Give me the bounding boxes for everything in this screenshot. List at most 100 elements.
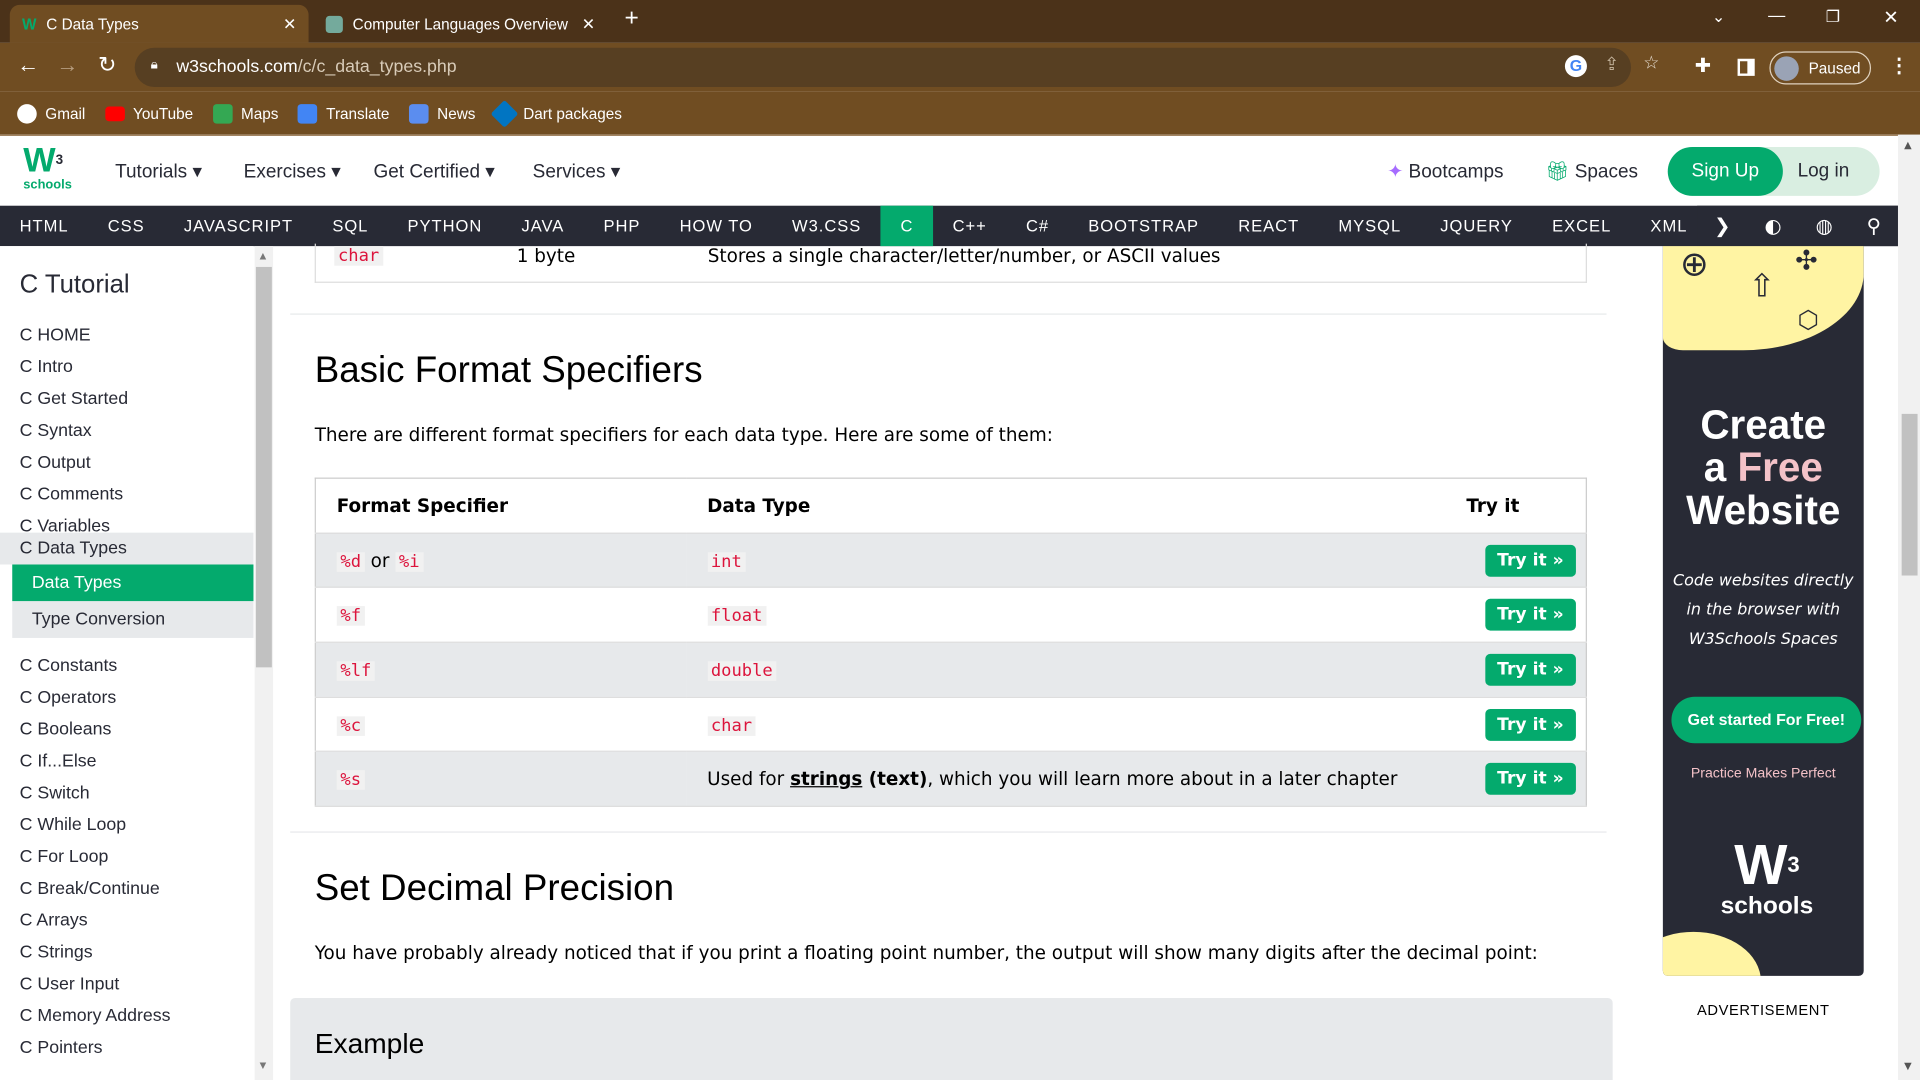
sidebar-title: C Tutorial	[19, 270, 130, 299]
sidebar-item-c-user-input[interactable]: C User Input	[20, 975, 120, 995]
bookmark-dart[interactable]: Dart packages	[490, 99, 622, 128]
close-tab-icon[interactable]: ✕	[582, 14, 595, 34]
close-window-icon[interactable]: ✕	[1883, 6, 1898, 28]
sidebar-item-c-if-else[interactable]: C If...Else	[20, 752, 97, 772]
url-input[interactable]: 🔒︎ w3schools.com/c/c_data_types.php G ⇪ …	[134, 47, 1659, 87]
try-it-button[interactable]: Try it »	[1484, 708, 1576, 741]
menu-exercises[interactable]: Exercises ▾	[244, 160, 341, 183]
restore-icon[interactable]: ❐	[1826, 7, 1840, 27]
advertisement[interactable]: ⊕ ⇧ ✣ ⬡ Create a Free Website Code websi…	[1662, 246, 1864, 976]
nav-c-[interactable]: C++	[933, 206, 1006, 246]
bookmark-news[interactable]: News	[409, 103, 475, 124]
nav-css[interactable]: CSS	[88, 206, 164, 246]
sidebar-item-c-operators[interactable]: C Operators	[20, 688, 117, 708]
sidebar-item-c-while-loop[interactable]: C While Loop	[20, 816, 127, 836]
nav-next-icon[interactable]: ❯	[1714, 214, 1730, 237]
search-icon[interactable]: ⚲	[1867, 214, 1881, 237]
sidebar-scroll-thumb[interactable]	[255, 266, 272, 668]
reload-icon[interactable]: ↻	[98, 53, 116, 79]
nav-excel[interactable]: EXCEL	[1533, 206, 1631, 246]
bookmark-maps[interactable]: Maps	[212, 103, 278, 124]
bookmark-translate[interactable]: Translate	[297, 103, 389, 124]
sidebar-item-c-syntax[interactable]: C Syntax	[20, 421, 92, 441]
tab-search-icon[interactable]: ⌄	[1712, 7, 1725, 27]
nav-sql[interactable]: SQL	[313, 206, 388, 246]
nav-python[interactable]: PYTHON	[388, 206, 502, 246]
sidebar-item-c-strings[interactable]: C Strings	[20, 943, 93, 963]
try-it-button[interactable]: Try it »	[1484, 599, 1576, 631]
nav-how-to[interactable]: HOW TO	[660, 206, 772, 246]
spaces-link[interactable]: 🎁︎ Spaces	[1545, 160, 1638, 183]
bookmark-gmail[interactable]: Gmail	[17, 103, 85, 124]
sidebar-item-c-pointers[interactable]: C Pointers	[20, 1038, 103, 1058]
menu-services[interactable]: Services ▾	[533, 160, 621, 183]
try-it-button[interactable]: Try it »	[1484, 653, 1576, 686]
nav-w3-css[interactable]: W3.CSS	[772, 206, 880, 246]
sidebar-item-c-data-types[interactable]: C Data Types	[0, 532, 254, 565]
tab-computer-languages[interactable]: Computer Languages Overview ✕	[313, 5, 607, 43]
nav-java[interactable]: JAVA	[502, 206, 584, 246]
sidebar-item-c-memory-address[interactable]: C Memory Address	[20, 1007, 171, 1027]
address-bar-row: ← → ↻ 🔒︎ w3schools.com/c/c_data_types.ph…	[0, 42, 1920, 92]
profile-button[interactable]: Paused	[1769, 51, 1872, 85]
sidebar-item-c-get-started[interactable]: C Get Started	[20, 389, 129, 409]
globe-icon: ⊕	[1680, 246, 1709, 285]
divider	[290, 831, 1607, 833]
nav-react[interactable]: REACT	[1219, 206, 1319, 246]
sidebar-item-data-types[interactable]: Data Types	[12, 564, 254, 602]
globe-icon[interactable]: ◍	[1816, 214, 1833, 237]
page-scroll-thumb[interactable]	[1901, 413, 1918, 576]
table-row: %c char Try it »	[315, 697, 1587, 753]
menu-icon[interactable]: ⋮	[1889, 54, 1909, 78]
extensions-icon[interactable]: ✚	[1695, 54, 1711, 78]
sidebar-item-c-home[interactable]: C HOME	[20, 326, 91, 346]
nav-php[interactable]: PHP	[584, 206, 660, 246]
tab-c-data-types[interactable]: W C Data Types ✕	[9, 4, 309, 43]
log-in-button[interactable]: Log in	[1798, 147, 1850, 196]
page-scrollbar[interactable]: ▲ ▼	[1897, 134, 1920, 1080]
menu-tutorials[interactable]: Tutorials ▾	[115, 160, 202, 183]
strings-link[interactable]: strings	[790, 768, 862, 790]
sidebar-item-c-constants[interactable]: C Constants	[20, 656, 118, 676]
try-it-button[interactable]: Try it »	[1484, 544, 1576, 577]
sidebar-item-c-break-continue[interactable]: C Break/Continue	[20, 879, 160, 899]
sidebar-item-c-switch[interactable]: C Switch	[20, 784, 90, 804]
nav-javascript[interactable]: JAVASCRIPT	[164, 206, 312, 246]
data-types-table-row: char 1 byte Stores a single character/le…	[314, 243, 1587, 283]
nav-c-[interactable]: C#	[1006, 206, 1068, 246]
bootcamps-link[interactable]: ✦ Bootcamps	[1387, 160, 1503, 183]
nav-jquery[interactable]: JQUERY	[1421, 206, 1533, 246]
sidebar-scrollbar[interactable]: ▲ ▼	[254, 246, 274, 1080]
nav-xml[interactable]: XML	[1631, 206, 1707, 246]
menu-get-certified[interactable]: Get Certified ▾	[373, 160, 494, 183]
chatgpt-favicon	[325, 15, 343, 33]
nav-bootstrap[interactable]: BOOTSTRAP	[1069, 206, 1219, 246]
sidebar-item-c-booleans[interactable]: C Booleans	[20, 720, 112, 740]
try-it-button[interactable]: Try it »	[1484, 763, 1576, 796]
sidebar-item-c-intro[interactable]: C Intro	[20, 358, 73, 378]
minimize-icon[interactable]: —	[1768, 5, 1785, 25]
sidebar-item-c-for-loop[interactable]: C For Loop	[20, 847, 109, 867]
bookmark-youtube[interactable]: YouTube	[104, 105, 193, 122]
new-tab-icon[interactable]: +	[624, 5, 638, 33]
ad-cta-button[interactable]: Get started For Free!	[1671, 696, 1862, 744]
main-content: char 1 byte Stores a single character/le…	[290, 243, 1613, 1080]
sidebar-item-c-arrays[interactable]: C Arrays	[20, 911, 88, 931]
w3schools-logo[interactable]: W3 schools	[23, 143, 74, 193]
sidebar-item-c-comments[interactable]: C Comments	[20, 485, 124, 505]
bookmark-star-icon[interactable]: ☆	[1643, 54, 1659, 74]
share-icon[interactable]: ⇪	[1604, 55, 1619, 75]
side-panel-icon[interactable]	[1737, 58, 1755, 76]
sidebar-item-c-output[interactable]: C Output	[20, 453, 91, 473]
google-icon[interactable]: G	[1564, 55, 1587, 78]
type-cell: char	[686, 697, 1440, 753]
nav-mysql[interactable]: MYSQL	[1319, 206, 1421, 246]
dark-mode-icon[interactable]: ◐	[1765, 214, 1782, 237]
sidebar-item-type-conversion[interactable]: Type Conversion	[12, 601, 254, 638]
nav-c[interactable]: C	[880, 205, 934, 247]
close-tab-icon[interactable]: ✕	[283, 14, 296, 34]
back-icon[interactable]: ←	[17, 53, 39, 79]
table-row: %f float Try it »	[315, 587, 1587, 643]
nav-html[interactable]: HTML	[0, 206, 88, 246]
sign-up-button[interactable]: Sign Up	[1667, 146, 1783, 196]
